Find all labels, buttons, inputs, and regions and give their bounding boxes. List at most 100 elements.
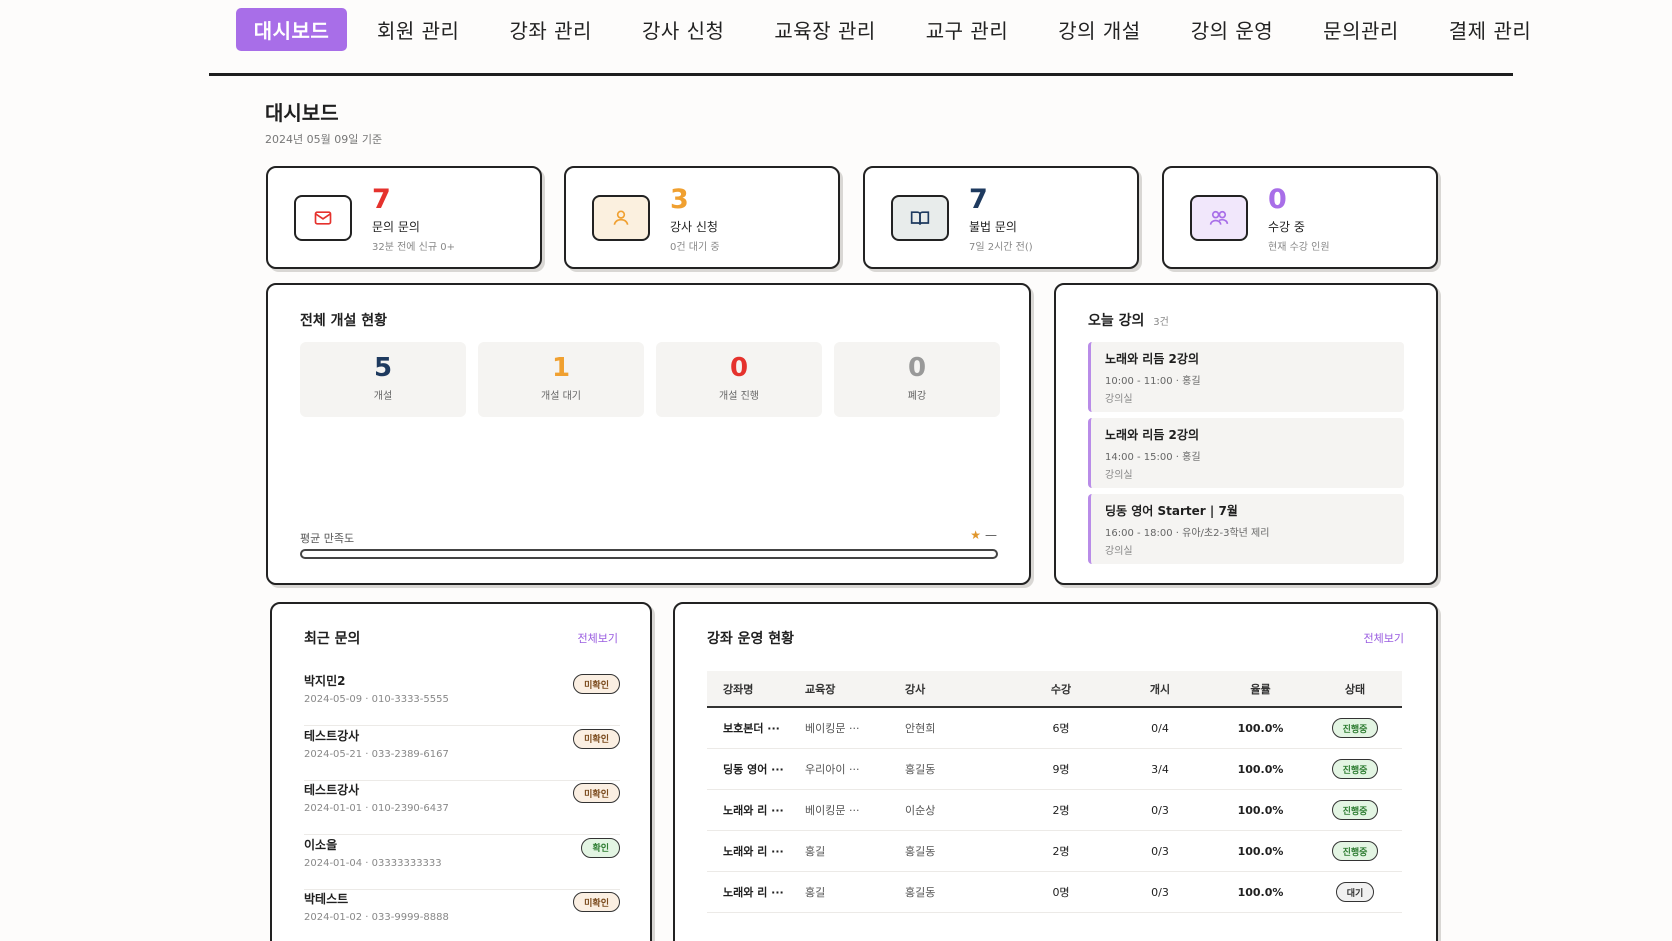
- cell-teacher: 이순상: [905, 804, 936, 817]
- inquiry-meta: 2024-05-21 · 033-2389-6167: [304, 748, 449, 760]
- inquiry-item[interactable]: 테스트강사 2024-05-21 · 033-2389-6167 미확인: [304, 727, 620, 781]
- nav-item-0[interactable]: 대시보드: [236, 8, 347, 51]
- status-badge: 진행중: [1331, 841, 1379, 861]
- kpi-label: 폐강: [907, 390, 927, 402]
- stat-sub: 0건 대기 중: [670, 242, 720, 253]
- stat-card-3[interactable]: 0 수강 중 현재 수강 인원: [1162, 166, 1438, 269]
- kpi-label: 개설: [373, 390, 393, 402]
- recent-title: 최근 문의: [304, 631, 361, 647]
- cell-open: 0/4: [1151, 721, 1169, 735]
- book-icon: [891, 195, 949, 241]
- cell-rate: 100.0%: [1237, 844, 1284, 858]
- satisfaction-value: —: [985, 528, 997, 542]
- status-badge: 진행중: [1331, 800, 1379, 820]
- status-badge: 진행중: [1331, 718, 1379, 738]
- lecture-room: 강의실: [1105, 394, 1133, 405]
- status-badge: 진행중: [1331, 759, 1379, 779]
- recent-see-all-link[interactable]: 전체보기: [578, 630, 618, 646]
- kpi-2: 0 개설 진행: [656, 342, 822, 417]
- nav-item-6[interactable]: 강의 개설: [1044, 8, 1154, 51]
- stat-card-1[interactable]: 3 강사 신청 0건 대기 중: [564, 166, 840, 269]
- lecture-time: 10:00 - 11:00 · 홍길: [1105, 376, 1201, 387]
- cell-open: 0/3: [1151, 844, 1169, 858]
- stat-label: 강사 신청: [670, 220, 718, 234]
- column-header[interactable]: 수강: [1015, 681, 1107, 697]
- inquiry-item[interactable]: 테스트강사 2024-01-01 · 010-2390-6437 미확인: [304, 781, 620, 835]
- nav-item-5[interactable]: 교구 관리: [912, 8, 1022, 51]
- kpi-value: 0: [729, 353, 749, 383]
- nav-item-3[interactable]: 강사 신청: [628, 8, 738, 51]
- kpi-1: 1 개설 대기: [478, 342, 644, 417]
- overall-status-card: 전체 개설 현황 5 개설 1 개설 대기 0 개설 진행 0 폐강 평균 만족도 ★ —: [266, 283, 1031, 585]
- cell-status: 진행중: [1308, 800, 1402, 820]
- stat-value: 7: [969, 184, 988, 215]
- today-title-text: 오늘 강의: [1088, 313, 1145, 329]
- cell-course: 노래와 리 ···: [723, 845, 784, 858]
- cell-status: 대기: [1308, 882, 1402, 902]
- cell-teacher: 홍길동: [905, 763, 936, 776]
- today-lectures-card: 오늘 강의 3건 노래와 리듬 2강의 10:00 - 11:00 · 홍길강의실…: [1054, 283, 1438, 585]
- cell-teacher: 안현희: [905, 722, 936, 735]
- ops-see-all-link[interactable]: 전체보기: [1364, 630, 1404, 646]
- kpi-0: 5 개설: [300, 342, 466, 417]
- nav-item-7[interactable]: 강의 운영: [1177, 8, 1287, 51]
- lecture-item[interactable]: 노래와 리듬 2강의 10:00 - 11:00 · 홍길 강의실: [1088, 342, 1404, 412]
- table-row[interactable]: 노래와 리 ··· 베이킹문 ··· 이순상 2명 0/3 100.0% 진행중: [707, 790, 1402, 831]
- satisfaction-label: 평균 만족도: [300, 532, 355, 545]
- dashboard-page: 대시보드 회원 관리 강좌 관리 강사 신청 교육장 관리 교구 관리 강의 개설 강의 운영…: [0, 0, 1672, 941]
- status-badge: 미확인: [573, 783, 620, 803]
- nav-item-8[interactable]: 문의관리: [1309, 8, 1413, 51]
- nav-item-2[interactable]: 강좌 관리: [495, 8, 605, 51]
- cell-course: 노래와 리 ···: [723, 804, 784, 817]
- cell-open: 3/4: [1151, 762, 1169, 776]
- lecture-item[interactable]: 딩동 영어 Starter | 7월 16:00 - 18:00 · 유아/초2-…: [1088, 494, 1404, 564]
- column-header[interactable]: 상태: [1308, 681, 1402, 697]
- status-badge: 대기: [1335, 882, 1375, 902]
- status-badge: 미확인: [573, 728, 620, 749]
- today-title: 오늘 강의 3건: [1088, 310, 1169, 330]
- nav-item-1[interactable]: 회원 관리: [363, 8, 473, 51]
- column-header[interactable]: 율률: [1213, 681, 1308, 697]
- kpi-label: 개설 진행: [719, 390, 759, 402]
- inquiry-name: 박지민2: [304, 674, 346, 688]
- lecture-item[interactable]: 노래와 리듬 2강의 14:00 - 15:00 · 홍길 강의실: [1088, 418, 1404, 488]
- table-row[interactable]: 노래와 리 ··· 홍길 홍길동 0명 0/3 100.0% 대기: [707, 872, 1402, 913]
- ops-title: 강좌 운영 현황: [707, 631, 795, 647]
- nav-item-4[interactable]: 교육장 관리: [760, 8, 889, 51]
- cell-students: 9명: [1052, 763, 1070, 776]
- course-ops-table: 강좌명 교육장 강사 수강 개시 율률 상태 보호본더 ··· 베이킹문 ··· 안현희 6명 0/…: [707, 671, 1402, 913]
- lecture-time: 14:00 - 15:00 · 홍길: [1105, 452, 1201, 463]
- lecture-title: 딩동 영어 Starter | 7월: [1105, 504, 1238, 518]
- cell-status: 진행중: [1308, 718, 1402, 738]
- table-row[interactable]: 보호본더 ··· 베이킹문 ··· 안현희 6명 0/4 100.0% 진행중: [707, 708, 1402, 749]
- stat-card-0[interactable]: 7 문의 문의 32분 전에 신규 0+: [266, 166, 542, 269]
- lecture-title: 노래와 리듬 2강의: [1105, 428, 1199, 442]
- satisfaction-progress-bar: [300, 549, 998, 559]
- cell-status: 진행중: [1308, 841, 1402, 861]
- column-header[interactable]: 강사: [905, 681, 1015, 697]
- inquiry-item[interactable]: 이소을 2024-01-04 · 03333333333 확인: [304, 836, 620, 890]
- nav-item-9[interactable]: 결제 관리: [1435, 8, 1545, 51]
- column-header[interactable]: 교육장: [805, 681, 905, 697]
- inquiry-item[interactable]: 박지민2 2024-05-09 · 010-3333-5555 미확인: [304, 672, 620, 726]
- users-icon: [1190, 195, 1248, 241]
- column-header[interactable]: 개시: [1107, 681, 1213, 697]
- column-header[interactable]: 강좌명: [707, 681, 805, 697]
- kpi-value: 5: [373, 353, 393, 383]
- kpi-value: 1: [551, 353, 571, 383]
- kpi-row: 5 개설 1 개설 대기 0 개설 진행 0 폐강: [300, 342, 1000, 417]
- kpi-label: 개설 대기: [541, 390, 581, 402]
- stat-card-2[interactable]: 7 불법 문의 7일 2시간 전(): [863, 166, 1139, 269]
- stat-value: 3: [670, 184, 689, 215]
- table-row[interactable]: 노래와 리 ··· 홍길 홍길동 2명 0/3 100.0% 진행중: [707, 831, 1402, 872]
- mail-icon: [294, 195, 352, 241]
- cell-venue: 홍길: [805, 886, 826, 899]
- table-row[interactable]: 딩동 영어 ··· 우리아이 ··· 홍길동 9명 3/4 100.0% 진행중: [707, 749, 1402, 790]
- stat-label: 수강 중: [1268, 220, 1305, 234]
- inquiry-item[interactable]: 박테스트 2024-01-02 · 033-9999-8888 미확인: [304, 890, 620, 941]
- cell-venue: 베이킹문 ···: [805, 804, 860, 817]
- nav-items: 대시보드 회원 관리 강좌 관리 강사 신청 교육장 관리 교구 관리 강의 개설 강의 운영…: [236, 8, 1567, 51]
- table-body: 보호본더 ··· 베이킹문 ··· 안현희 6명 0/4 100.0% 진행중 딩동 영어 ·…: [707, 708, 1402, 913]
- today-count: 3건: [1153, 317, 1169, 328]
- stat-sub: 7일 2시간 전(): [969, 242, 1033, 253]
